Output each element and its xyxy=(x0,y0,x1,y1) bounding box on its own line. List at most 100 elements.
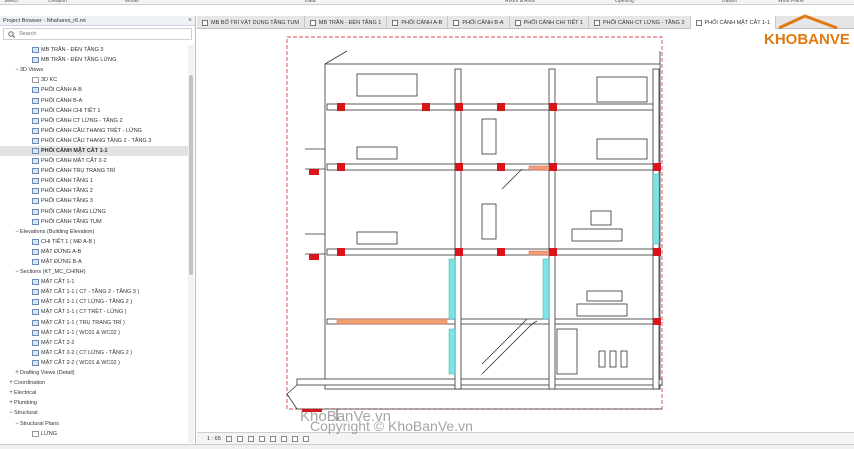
view-tab[interactable]: PHỐI CẢNH A-B xyxy=(387,16,449,29)
tree-item-label: Plumbing xyxy=(14,400,37,407)
view-tab[interactable]: PHỐI CẢNH B-A xyxy=(448,16,510,29)
tree-item-label: MB TRẦN - ĐÈN TẦNG LỬNG xyxy=(41,57,117,64)
view-icon xyxy=(32,359,39,366)
tree-item[interactable]: PHỐI CẢNH TRỤ TRANG TRÍ xyxy=(0,166,188,176)
view-tab[interactable]: MB BỐ TRÍ VẬT DỤNG TẦNG TUM xyxy=(197,16,305,29)
tree-item[interactable]: 3D KC xyxy=(0,75,188,85)
tree-item[interactable]: PHỐI CẢNH B-A xyxy=(0,95,188,105)
checkbox-view-icon xyxy=(32,77,39,84)
shadows-icon[interactable] xyxy=(258,435,265,442)
tree-item-label: PHỐI CẢNH TẦNG 2 xyxy=(41,188,93,195)
view-tab-icon xyxy=(594,19,600,26)
show-crop-icon[interactable] xyxy=(280,435,287,442)
tree-item[interactable]: MẶT CẮT 1-1 xyxy=(0,277,188,287)
tree-item[interactable]: LỬNG xyxy=(0,429,188,439)
ribbon-panel-label: Model xyxy=(125,0,139,4)
tree-item[interactable]: MẶT CẮT 2-2 xyxy=(0,338,188,348)
tree-item[interactable]: PHỐI CẢNH TẦNG 1 xyxy=(0,176,188,186)
view-icon xyxy=(32,107,39,114)
visual-style-icon[interactable] xyxy=(236,435,243,442)
detail-level-icon[interactable] xyxy=(225,435,232,442)
view-tab-label: PHỐI CẢNH CHI TIẾT 1 xyxy=(523,19,583,26)
tree-item-label: MẶT ĐỨNG B-A xyxy=(41,259,82,266)
tree-item[interactable]: MẶT CẮT 1-1 ( CT TRỆT - LỬNG ) xyxy=(0,307,188,317)
view-icon xyxy=(32,168,39,175)
tree-item-label: PHỐI CẢNH TẦNG 1 xyxy=(41,178,93,185)
tree-item[interactable]: PHỐI CẢNH CT LỬNG - TẦNG 2 xyxy=(0,116,188,126)
view-tab[interactable]: PHỐI CẢNH CT LỬNG - TẦNG 2 xyxy=(589,16,691,29)
tree-item[interactable]: PHỐI CẢNH CẦU THANG TẦNG 2 - TẦNG 3 xyxy=(0,136,188,146)
tree-item[interactable]: + Coordination xyxy=(0,378,188,388)
tree-item[interactable]: MẶT CẮT 1-1 ( WC01 & WC02 ) xyxy=(0,328,188,338)
drawing-canvas[interactable] xyxy=(197,29,854,432)
view-icon xyxy=(32,339,39,346)
tree-item[interactable]: PHỐI CẢNH MẶT CẮT 2-2 xyxy=(0,156,188,166)
view-tab-label: MB TRẦN - ĐÈN TẦNG 1 xyxy=(318,19,382,26)
scrollbar-thumb[interactable] xyxy=(189,75,193,275)
view-tab-icon xyxy=(309,19,316,26)
browser-tree: MB TRẦN - ĐÈN TẦNG 3 MB TRẦN - ĐÈN TẦNG L… xyxy=(0,45,188,443)
tree-item[interactable]: PHỐI CẢNH MẶT CẮT 1-1 xyxy=(0,145,188,157)
view-icon xyxy=(32,299,39,306)
tree-item[interactable]: − Elevations (Building Elevation) xyxy=(0,227,188,237)
tree-item[interactable]: CHI TIẾT 1 ( MĐ A-B ) xyxy=(0,237,188,247)
tree-item-label: PHỐI CẢNH MẶT CẮT 2-2 xyxy=(41,158,107,165)
view-icon xyxy=(32,238,39,245)
tree-item[interactable]: + Plumbing xyxy=(0,398,188,408)
tree-item[interactable]: PHỐI CẢNH TẦNG 2 xyxy=(0,186,188,196)
view-icon xyxy=(32,198,39,205)
view-icon xyxy=(32,87,39,94)
tree-item[interactable]: PHỐI CẢNH CẦU THANG TRỆT - LỬNG xyxy=(0,126,188,136)
view-icon xyxy=(32,97,39,104)
tree-item-label: MẶT CẮT 1-1 xyxy=(41,279,75,286)
view-scale[interactable]: 1 : 65 xyxy=(207,436,221,442)
lock-3d-icon[interactable] xyxy=(291,435,298,442)
tree-item[interactable]: MẶT CẮT 1-1 ( CT - TẦNG 2 - TẦNG 3 ) xyxy=(0,287,188,297)
tree-item-label: MẶT CẮT 1-1 ( CT LỬNG - TẦNG 2 ) xyxy=(41,299,133,306)
tree-item[interactable]: PHỐI CẢNH A-B xyxy=(0,85,188,95)
view-icon xyxy=(32,147,39,154)
tree-item[interactable]: + Drafting Views (Detail) xyxy=(0,368,188,378)
search-input[interactable] xyxy=(19,31,169,37)
browser-scrollbar[interactable] xyxy=(188,45,194,443)
tree-item[interactable]: MẶT ĐỨNG B-A xyxy=(0,257,188,267)
tree-item[interactable]: MB TRẦN - ĐÈN TẦNG 3 xyxy=(0,45,188,55)
close-icon[interactable]: × xyxy=(188,17,192,24)
tree-item[interactable]: PHỐI CẢNH TẦNG 3 xyxy=(0,196,188,206)
search-icon xyxy=(8,30,15,38)
tree-item-label: CHI TIẾT 1 ( MĐ A-B ) xyxy=(41,238,96,245)
tree-item-label: Coordination xyxy=(14,380,46,387)
tree-item[interactable]: MẶT CẮT 2-2 ( CT LỬNG - TẦNG 2 ) xyxy=(0,348,188,358)
tree-item[interactable]: MẶT CẮT 1-1 ( CT LỬNG - TẦNG 2 ) xyxy=(0,297,188,307)
tree-item[interactable]: − Structural Plans xyxy=(0,418,188,428)
sun-path-icon[interactable] xyxy=(247,435,254,442)
tree-item-label: MẶT CẮT 2-2 ( CT LỬNG - TẦNG 2 ) xyxy=(41,349,133,356)
tree-item[interactable]: PHỐI CẢNH TẦNG LỬNG xyxy=(0,207,188,217)
tree-item-label: PHỐI CẢNH CẦU THANG TẦNG 2 - TẦNG 3 xyxy=(41,137,152,144)
project-browser: Project Browser - Nhahanoi_r6.rvt × MB T… xyxy=(0,16,196,444)
tree-item-label: PHỐI CẢNH TẦNG TUM xyxy=(41,218,102,225)
hide-isolate-icon[interactable] xyxy=(302,435,309,442)
view-tab[interactable]: MB TRẦN - ĐÈN TẦNG 1 xyxy=(305,16,388,29)
tree-item[interactable]: + Electrical xyxy=(0,388,188,398)
tree-item[interactable]: PHỐI CẢNH TẦNG TUM xyxy=(0,217,188,227)
tree-item[interactable]: PHỐI CẢNH CHI TIẾT 1 xyxy=(0,106,188,116)
tree-item[interactable]: MB TRẦN - ĐÈN TẦNG LỬNG xyxy=(0,55,188,65)
view-tab-icon xyxy=(514,19,521,26)
view-tabs: MB BỐ TRÍ VẬT DỤNG TẦNG TUM MB TRẦN - ĐÈN… xyxy=(197,16,854,29)
tree-item[interactable]: MẶT ĐỨNG A-B xyxy=(0,247,188,257)
copyright-watermark: Copyright © KhoBanVe.vn xyxy=(310,418,473,434)
crop-view-icon[interactable] xyxy=(269,435,276,442)
view-tab-label: PHỐI CẢNH B-A xyxy=(462,19,504,26)
tree-item-label: PHỐI CẢNH TẦNG LỬNG xyxy=(41,208,106,215)
view-tab[interactable]: PHỐI CẢNH CHI TIẾT 1 xyxy=(510,16,589,29)
tree-item[interactable]: MẶT CẮT 2-2 ( WC01 & WC02 ) xyxy=(0,358,188,368)
ribbon-panel-label: Select xyxy=(4,0,18,4)
section-perspective-drawing xyxy=(286,36,663,421)
tree-item-label: 3D Views xyxy=(20,67,44,74)
tree-item[interactable]: MẶT CẮT 1-1 ( TRỤ TRANG TRÍ ) xyxy=(0,318,188,328)
tree-item[interactable]: −3D Views xyxy=(0,65,188,75)
search-box[interactable] xyxy=(3,28,192,40)
tree-item[interactable]: − Sections (KT_MC_CHINH) xyxy=(0,267,188,277)
tree-item[interactable]: − Structural xyxy=(0,408,188,418)
